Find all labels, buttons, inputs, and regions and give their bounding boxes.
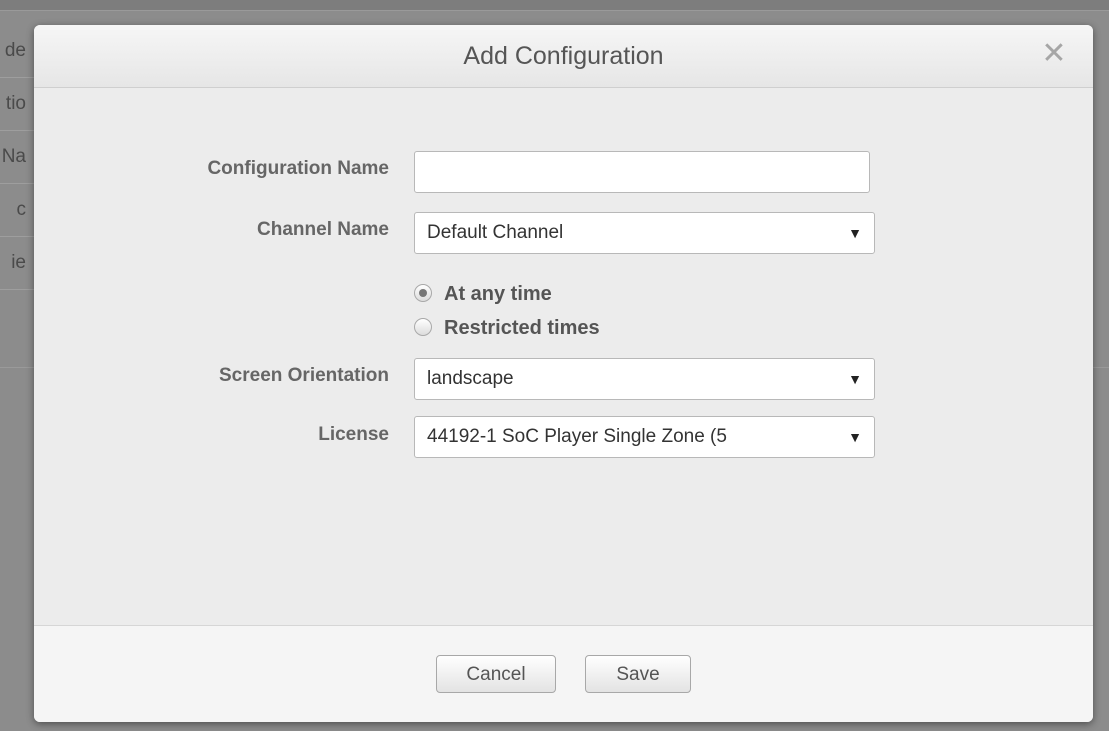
dialog-footer: Cancel Save — [34, 625, 1093, 722]
radio-label: At any time — [444, 283, 552, 305]
screen-orientation-label: Screen Orientation — [219, 365, 389, 386]
chevron-down-icon: ▼ — [848, 429, 862, 445]
screen-orientation-selected-value: landscape — [427, 368, 514, 389]
close-icon[interactable]: ✕ — [1037, 37, 1071, 71]
channel-name-label: Channel Name — [257, 219, 389, 240]
radio-label: Restricted times — [444, 317, 600, 339]
channel-name-select[interactable]: Default Channel ▼ — [414, 212, 875, 254]
add-configuration-dialog: Add Configuration ✕ Configuration Name C… — [34, 25, 1093, 722]
screen-orientation-select[interactable]: landscape ▼ — [414, 358, 875, 400]
license-selected-value: 44192-1 SoC Player Single Zone (5 — [427, 426, 727, 447]
save-button[interactable]: Save — [585, 655, 691, 693]
configuration-name-input[interactable] — [414, 151, 870, 193]
channel-name-selected-value: Default Channel — [427, 222, 564, 243]
cancel-button[interactable]: Cancel — [436, 655, 556, 693]
chevron-down-icon: ▼ — [848, 371, 862, 387]
license-label: License — [318, 424, 389, 445]
dialog-header: Add Configuration ✕ — [34, 25, 1093, 88]
dialog-title: Add Configuration — [463, 42, 664, 70]
radio-checked-icon[interactable] — [414, 284, 432, 302]
chevron-down-icon: ▼ — [848, 225, 862, 241]
configuration-name-label: Configuration Name — [207, 158, 389, 179]
license-select[interactable]: 44192-1 SoC Player Single Zone (5 ▼ — [414, 416, 875, 458]
radio-unchecked-icon[interactable] — [414, 318, 432, 336]
dialog-body: Configuration Name Channel Name Default … — [34, 88, 1093, 625]
